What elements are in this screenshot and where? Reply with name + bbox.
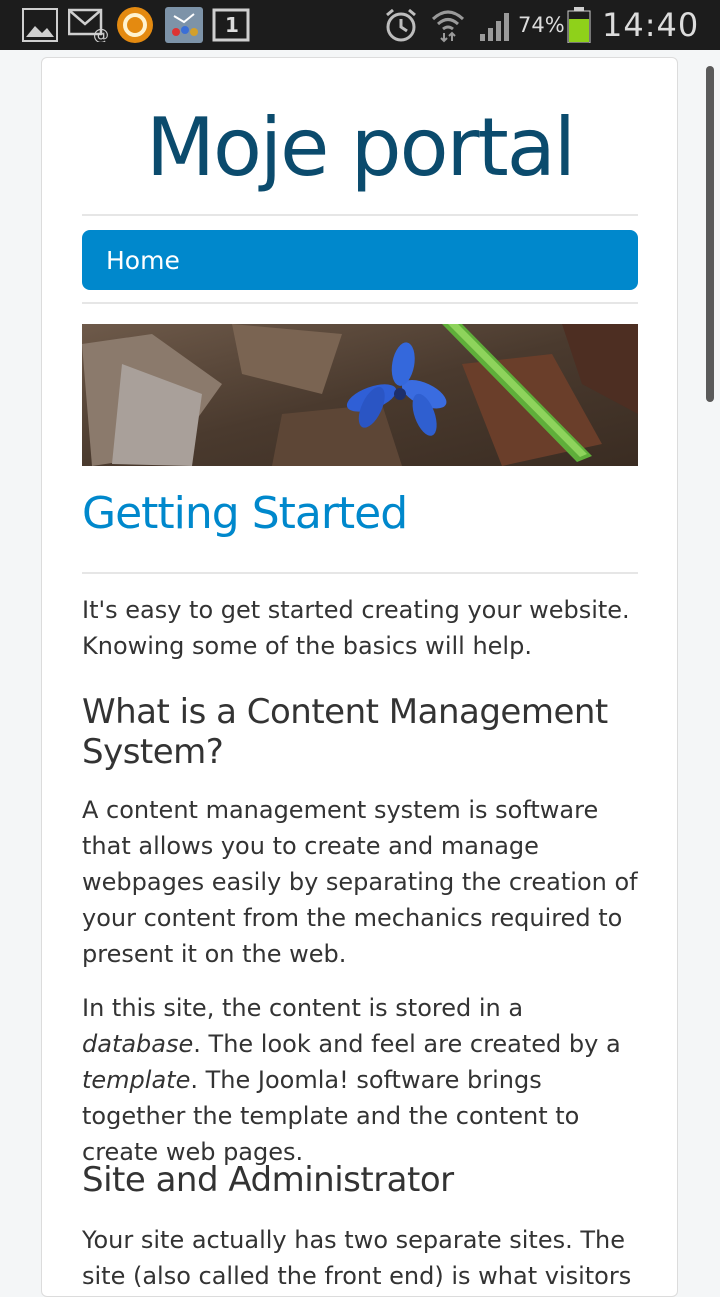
main-nav: Home	[82, 230, 638, 290]
paragraph-site: Your site actually has two separate site…	[82, 1226, 632, 1290]
site-brand[interactable]: Moje portal	[0, 98, 720, 198]
email-icon: @	[68, 7, 108, 43]
status-bar: @ 1 74% 14:40	[0, 0, 720, 50]
scrollbar[interactable]	[706, 66, 714, 402]
wifi-icon	[430, 7, 466, 43]
battery-percent: 74%	[518, 13, 565, 37]
title-divider	[82, 572, 638, 574]
battery-icon	[566, 7, 592, 43]
calendar-day: 1	[225, 13, 239, 37]
nav-item-home[interactable]: Home	[106, 230, 180, 290]
heading-cms: What is a Content Management System?	[82, 692, 608, 772]
database-emphasis: database	[82, 1030, 194, 1058]
paragraph-cms: A content management system is software …	[82, 796, 638, 968]
header-divider	[82, 214, 638, 216]
orange-ring-app-icon	[116, 7, 154, 43]
heading-site-admin: Site and Administrator	[82, 1160, 454, 1200]
paragraph-database-part2: . The look and feel are created by a	[193, 1030, 621, 1058]
template-emphasis: template	[82, 1066, 191, 1094]
alarm-icon	[383, 7, 419, 43]
paragraph-database: In this site, the content is stored in a…	[82, 990, 642, 1170]
paragraph-database-part1: In this site, the content is stored in a	[82, 994, 524, 1022]
nav-divider	[82, 302, 638, 304]
app-icon	[164, 7, 204, 43]
article-title[interactable]: Getting Started	[82, 488, 408, 539]
svg-text:@: @	[93, 25, 108, 42]
article-intro: It's easy to get started creating your w…	[82, 596, 630, 660]
gallery-icon	[22, 7, 58, 43]
signal-icon	[478, 7, 514, 43]
clock: 14:40	[602, 6, 700, 44]
banner-image	[82, 324, 638, 466]
